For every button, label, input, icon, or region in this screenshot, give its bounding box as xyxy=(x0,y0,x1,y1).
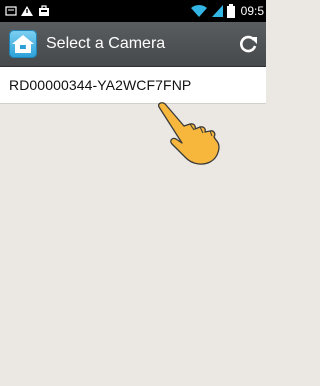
status-bar: 09:5 xyxy=(0,0,266,22)
camera-list-item[interactable]: RD00000344-YA2WCF7FNP xyxy=(0,67,266,104)
status-clock: 09:5 xyxy=(240,4,264,18)
action-bar: Select a Camera xyxy=(0,22,266,67)
warning-icon xyxy=(21,6,33,16)
refresh-icon[interactable] xyxy=(236,32,260,56)
refresh-button[interactable] xyxy=(236,32,260,56)
camera-name: RD00000344-YA2WCF7FNP xyxy=(9,77,192,93)
camera-list: RD00000344-YA2WCF7FNP xyxy=(0,67,266,104)
notification-icon xyxy=(5,6,17,16)
bag-icon xyxy=(39,5,49,16)
home-camera-icon[interactable] xyxy=(9,30,37,58)
page-title: Select a Camera xyxy=(46,35,166,52)
signal-icon xyxy=(212,5,223,17)
wifi-icon xyxy=(191,4,207,17)
tap-hand-icon xyxy=(157,102,220,165)
battery-icon xyxy=(227,4,235,18)
